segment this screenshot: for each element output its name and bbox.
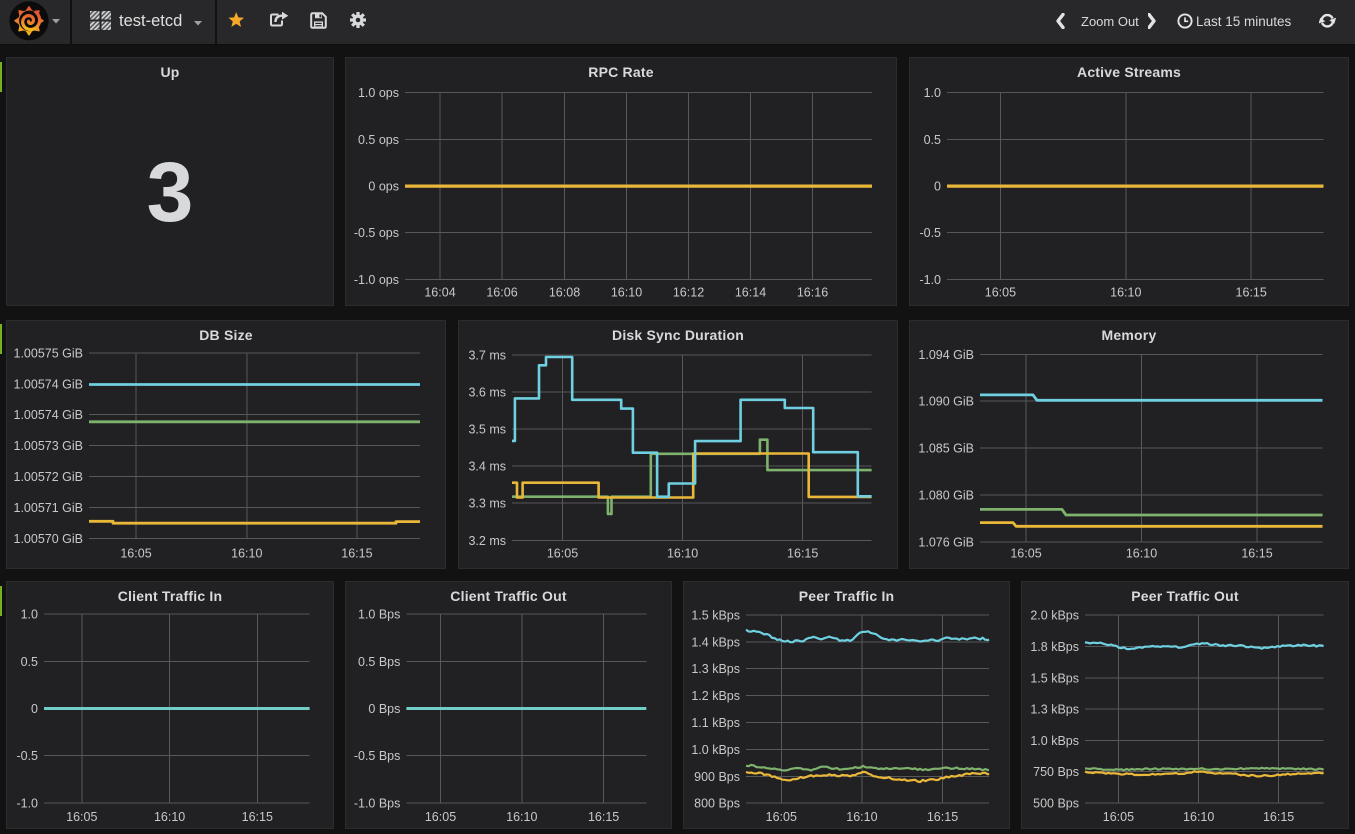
svg-text:16:05: 16:05 — [425, 810, 456, 824]
svg-text:16:10: 16:10 — [231, 547, 262, 561]
svg-text:3.3 ms: 3.3 ms — [468, 497, 506, 511]
svg-text:1.3 kBps: 1.3 kBps — [1030, 703, 1079, 717]
svg-text:2.0 kBps: 2.0 kBps — [1030, 609, 1079, 623]
svg-text:1.080 GiB: 1.080 GiB — [918, 489, 974, 503]
svg-text:3.7 ms: 3.7 ms — [468, 348, 506, 362]
svg-text:16:10: 16:10 — [667, 547, 698, 561]
svg-text:0.5: 0.5 — [21, 655, 38, 669]
svg-text:0.5 Bps: 0.5 Bps — [358, 655, 400, 669]
svg-text:16:05: 16:05 — [66, 810, 97, 824]
svg-text:-0.5: -0.5 — [16, 749, 38, 763]
svg-text:16:15: 16:15 — [1241, 547, 1272, 561]
svg-text:-1.0 Bps: -1.0 Bps — [354, 796, 401, 810]
svg-text:16:10: 16:10 — [1126, 547, 1157, 561]
svg-text:1.3 kBps: 1.3 kBps — [691, 662, 740, 676]
svg-text:1.1 kBps: 1.1 kBps — [691, 716, 740, 730]
svg-text:-1.0: -1.0 — [919, 273, 941, 287]
svg-text:0 ops: 0 ops — [368, 180, 399, 194]
svg-text:16:10: 16:10 — [1110, 286, 1141, 300]
svg-text:-0.5 Bps: -0.5 Bps — [354, 749, 401, 763]
svg-text:1.5 kBps: 1.5 kBps — [1030, 671, 1079, 685]
svg-text:16:04: 16:04 — [424, 286, 455, 300]
svg-text:500 Bps: 500 Bps — [1033, 797, 1079, 811]
svg-text:900 Bps: 900 Bps — [694, 770, 740, 784]
svg-text:16:12: 16:12 — [673, 286, 704, 300]
svg-text:16:15: 16:15 — [242, 810, 273, 824]
svg-text:16:15: 16:15 — [1236, 286, 1267, 300]
svg-text:16:14: 16:14 — [735, 286, 766, 300]
svg-text:0: 0 — [934, 180, 941, 194]
svg-text:3.2 ms: 3.2 ms — [468, 534, 506, 548]
svg-text:1.0 Bps: 1.0 Bps — [358, 608, 400, 622]
svg-text:16:05: 16:05 — [1010, 547, 1041, 561]
svg-text:16:05: 16:05 — [766, 810, 797, 824]
svg-text:0.5: 0.5 — [924, 133, 941, 147]
svg-text:16:10: 16:10 — [1183, 810, 1214, 824]
svg-text:1.0 kBps: 1.0 kBps — [1030, 734, 1079, 748]
svg-text:0 Bps: 0 Bps — [368, 702, 400, 716]
svg-text:16:08: 16:08 — [549, 286, 580, 300]
svg-text:1.0: 1.0 — [21, 608, 38, 622]
svg-text:16:10: 16:10 — [154, 810, 185, 824]
svg-text:1.00571 GiB: 1.00571 GiB — [14, 501, 84, 515]
svg-text:750 Bps: 750 Bps — [1033, 765, 1079, 779]
svg-text:16:15: 16:15 — [588, 810, 619, 824]
svg-text:16:05: 16:05 — [1103, 810, 1134, 824]
svg-text:1.4 kBps: 1.4 kBps — [691, 635, 740, 649]
svg-text:1.5 kBps: 1.5 kBps — [691, 608, 740, 622]
svg-text:1.00575 GiB: 1.00575 GiB — [14, 346, 84, 360]
svg-text:16:05: 16:05 — [120, 547, 151, 561]
svg-text:-0.5 ops: -0.5 ops — [354, 226, 399, 240]
svg-text:16:10: 16:10 — [506, 810, 537, 824]
svg-text:1.8 kBps: 1.8 kBps — [1030, 640, 1079, 654]
svg-text:0.5 ops: 0.5 ops — [358, 133, 399, 147]
svg-text:1.0 kBps: 1.0 kBps — [691, 743, 740, 757]
svg-text:1.085 GiB: 1.085 GiB — [918, 442, 974, 456]
svg-text:1.094 GiB: 1.094 GiB — [918, 348, 974, 362]
svg-text:1.00573 GiB: 1.00573 GiB — [14, 439, 84, 453]
svg-text:1.2 kBps: 1.2 kBps — [691, 689, 740, 703]
svg-text:16:15: 16:15 — [787, 547, 818, 561]
svg-text:16:10: 16:10 — [611, 286, 642, 300]
svg-text:-1.0 ops: -1.0 ops — [354, 273, 399, 287]
svg-text:1.00570 GiB: 1.00570 GiB — [14, 532, 84, 546]
svg-text:16:05: 16:05 — [985, 286, 1016, 300]
svg-text:800 Bps: 800 Bps — [694, 797, 740, 811]
svg-text:1.00574 GiB: 1.00574 GiB — [14, 408, 84, 422]
svg-text:1.076 GiB: 1.076 GiB — [918, 535, 974, 549]
svg-text:-1.0: -1.0 — [16, 796, 38, 810]
svg-text:16:15: 16:15 — [341, 547, 372, 561]
svg-text:0: 0 — [31, 702, 38, 716]
svg-text:1.0 ops: 1.0 ops — [358, 86, 399, 100]
svg-text:16:16: 16:16 — [797, 286, 828, 300]
svg-text:1.090 GiB: 1.090 GiB — [918, 395, 974, 409]
svg-text:3.5 ms: 3.5 ms — [468, 423, 506, 437]
svg-text:16:15: 16:15 — [927, 810, 958, 824]
svg-text:16:10: 16:10 — [846, 810, 877, 824]
svg-text:16:05: 16:05 — [547, 547, 578, 561]
svg-text:1.0: 1.0 — [924, 86, 941, 100]
svg-text:3.4 ms: 3.4 ms — [468, 460, 506, 474]
svg-text:16:06: 16:06 — [486, 286, 517, 300]
svg-text:-0.5: -0.5 — [919, 226, 941, 240]
svg-text:1.00572 GiB: 1.00572 GiB — [14, 470, 84, 484]
svg-text:16:15: 16:15 — [1263, 810, 1294, 824]
svg-text:1.00574 GiB: 1.00574 GiB — [14, 377, 84, 391]
svg-text:3.6 ms: 3.6 ms — [468, 385, 506, 399]
